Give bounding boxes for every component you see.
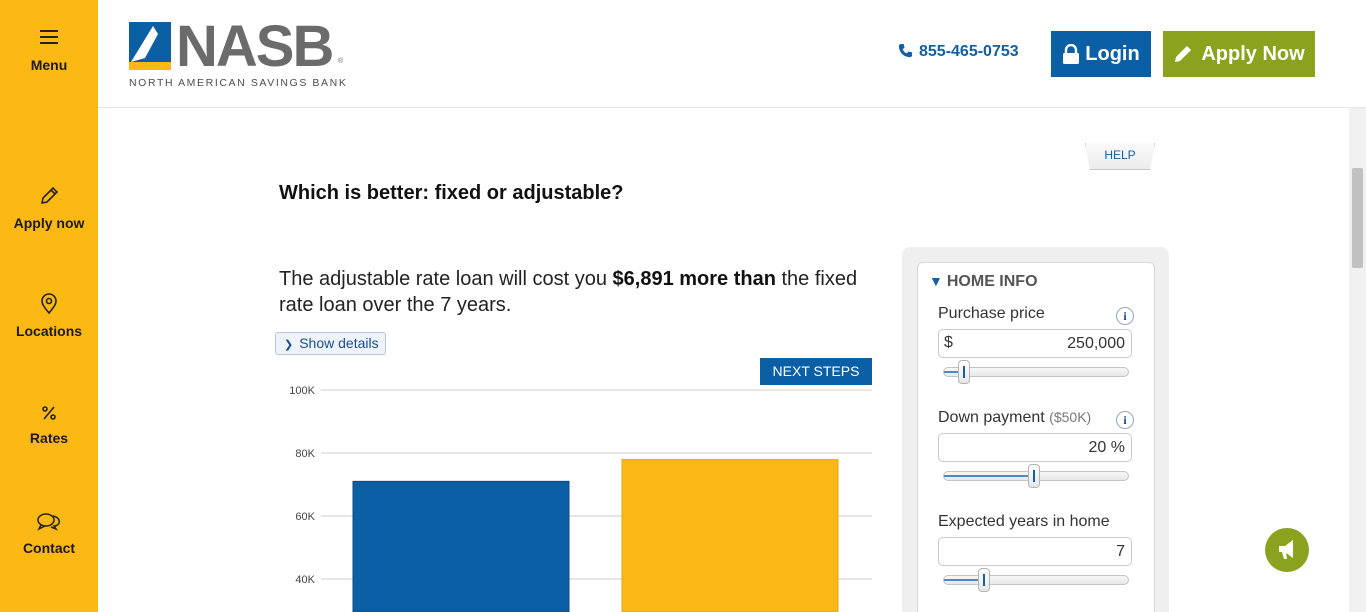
site-header: NASB ® NORTH AMERICAN SAVINGS BANK 855-4… bbox=[98, 0, 1366, 108]
apply-now-button[interactable]: Apply Now bbox=[1163, 31, 1315, 77]
lock-icon bbox=[1063, 44, 1080, 64]
chart-svg: 100K 80K 60K 40K bbox=[289, 385, 872, 612]
y-tick-label: 80K bbox=[295, 448, 315, 460]
hamburger-icon bbox=[40, 30, 58, 44]
result-amount: $6,891 more than bbox=[612, 268, 776, 290]
scrollbar-thumb[interactable] bbox=[1352, 168, 1363, 268]
purchase-price-info-icon[interactable]: i bbox=[1116, 307, 1134, 325]
down-payment-input[interactable]: 20 % bbox=[938, 433, 1132, 462]
login-label: Login bbox=[1085, 42, 1140, 65]
collapse-triangle-icon: ▼ bbox=[929, 273, 943, 289]
field-label-text: Expected years in home bbox=[938, 513, 1110, 530]
down-payment-value: 20 % bbox=[1088, 439, 1125, 456]
years-in-home-slider[interactable] bbox=[943, 568, 1129, 592]
home-info-header[interactable]: ▼ HOME INFO bbox=[929, 273, 1038, 291]
login-button[interactable]: Login bbox=[1051, 31, 1151, 77]
field-label-text: Down payment bbox=[938, 409, 1045, 426]
megaphone-icon bbox=[1279, 540, 1293, 559]
rail-item-label: Apply now bbox=[13, 215, 85, 231]
logo-registered: ® bbox=[338, 58, 344, 65]
rail-item-rates[interactable]: Rates bbox=[0, 404, 98, 446]
currency-prefix: $ bbox=[944, 334, 953, 351]
apply-now-label: Apply Now bbox=[1201, 42, 1305, 65]
help-tab[interactable]: HELP bbox=[1085, 143, 1155, 170]
feedback-button[interactable] bbox=[1265, 528, 1309, 572]
pencil-icon bbox=[1175, 46, 1192, 62]
logo-text: NASB bbox=[176, 14, 334, 79]
slider-thumb[interactable] bbox=[958, 360, 971, 384]
logo-subtitle: NORTH AMERICAN SAVINGS BANK bbox=[129, 77, 348, 89]
y-tick-label: 40K bbox=[295, 574, 315, 586]
down-payment-amount: ($50K) bbox=[1049, 409, 1092, 425]
down-payment-info-icon[interactable]: i bbox=[1116, 411, 1134, 429]
phone-icon bbox=[898, 43, 913, 58]
logo-mark-icon bbox=[129, 22, 171, 70]
pencil-icon bbox=[40, 186, 59, 205]
years-in-home-label: Expected years in home bbox=[938, 513, 1110, 531]
chat-bubbles-icon bbox=[37, 513, 60, 531]
slider-fill bbox=[944, 475, 1035, 477]
page-question-heading: Which is better: fixed or adjustable? bbox=[279, 182, 624, 204]
slider-thumb[interactable] bbox=[978, 568, 991, 592]
y-tick-label: 100K bbox=[289, 385, 315, 397]
rail-item-label: Rates bbox=[29, 430, 69, 446]
years-in-home-input[interactable]: 7 bbox=[938, 537, 1132, 566]
phone-number: 855-465-0753 bbox=[919, 43, 1019, 60]
purchase-price-value: 250,000 bbox=[1067, 335, 1125, 352]
map-pin-icon bbox=[41, 293, 57, 315]
show-details-toggle[interactable]: ❯ Show details bbox=[275, 332, 386, 355]
y-tick-label: 60K bbox=[295, 511, 315, 523]
rail-item-label: Locations bbox=[15, 323, 83, 339]
down-payment-label: Down payment ($50K) bbox=[938, 409, 1091, 427]
cost-comparison-chart: 100K 80K 60K 40K bbox=[279, 380, 879, 612]
purchase-price-input[interactable]: $ 250,000 bbox=[938, 329, 1132, 358]
down-payment-slider[interactable] bbox=[943, 464, 1129, 488]
nasb-logo[interactable]: NASB ® NORTH AMERICAN SAVINGS BANK bbox=[129, 14, 349, 89]
adjustable-rate-bar[interactable] bbox=[621, 459, 839, 612]
fixed-rate-bar[interactable] bbox=[352, 480, 570, 612]
show-details-label: Show details bbox=[299, 335, 379, 351]
years-in-home-value: 7 bbox=[1116, 543, 1125, 560]
result-prefix: The adjustable rate loan will cost you bbox=[279, 268, 613, 290]
purchase-price-slider[interactable] bbox=[943, 360, 1129, 384]
slider-thumb[interactable] bbox=[1028, 464, 1041, 488]
field-label-text: Purchase price bbox=[938, 305, 1045, 322]
purchase-price-label: Purchase price bbox=[938, 305, 1045, 323]
side-rail: Menu Apply now Locations Rates Contact bbox=[0, 0, 98, 612]
rail-item-label: Menu bbox=[30, 57, 68, 73]
rail-item-contact[interactable]: Contact bbox=[0, 512, 98, 556]
rail-item-apply-now[interactable]: Apply now bbox=[0, 185, 98, 231]
home-info-title: HOME INFO bbox=[946, 273, 1038, 290]
phone-link[interactable]: 855-465-0753 bbox=[898, 43, 1019, 61]
chevron-right-icon: ❯ bbox=[284, 339, 294, 351]
rail-item-locations[interactable]: Locations bbox=[0, 293, 98, 339]
result-summary: The adjustable rate loan will cost you $… bbox=[279, 266, 879, 318]
rail-item-label: Contact bbox=[22, 540, 76, 556]
percent-icon bbox=[42, 406, 56, 420]
rail-item-menu[interactable]: Menu bbox=[0, 28, 98, 73]
